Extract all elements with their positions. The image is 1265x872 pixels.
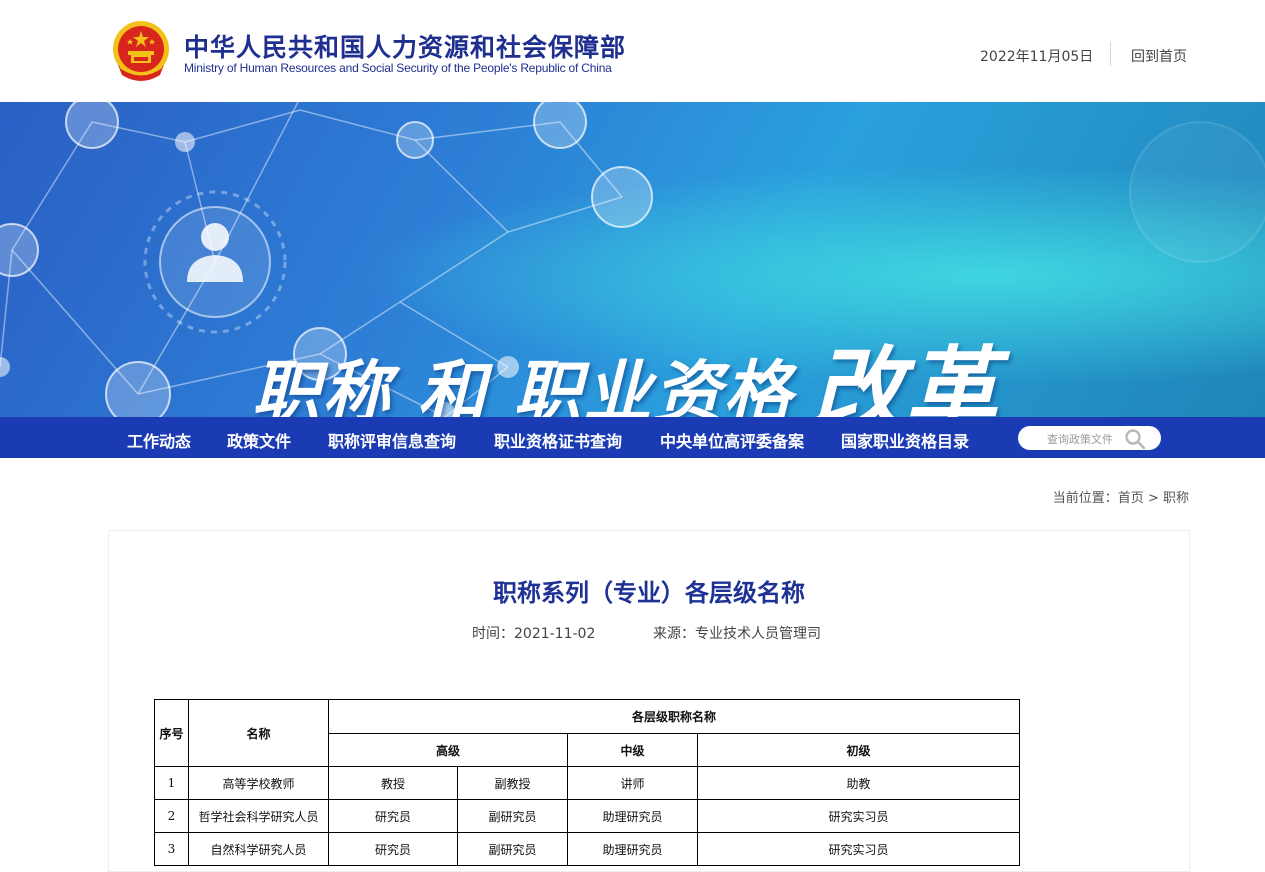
nav-item-qualification-catalog[interactable]: 国家职业资格目录: [841, 428, 969, 452]
professional-title-table: 序号 名称 各层级职称名称 高级 中级 初级 1 高等学校教师 教授 副教授 讲…: [154, 699, 1020, 866]
cell-junior: 研究实习员: [697, 832, 1020, 866]
cell-senior2: 副研究员: [457, 832, 568, 866]
breadcrumb-home[interactable]: 首页: [1118, 491, 1144, 506]
cell-intermediate: 助理研究员: [567, 799, 698, 833]
table-row: 3 自然科学研究人员 研究员 副研究员 助理研究员 研究实习员: [154, 832, 1020, 866]
banner-headline-reform: 改革: [811, 337, 1000, 417]
breadcrumb-current[interactable]: 职称: [1163, 491, 1189, 506]
article-source: 来源：专业技术人员管理司: [653, 623, 821, 643]
main-nav: 工作动态 政策文件 职称评审信息查询 职业资格证书查询 中央单位高评委备案 国家…: [0, 417, 1265, 458]
cell-intermediate: 助理研究员: [567, 832, 698, 866]
nav-item-work-news[interactable]: 工作动态: [127, 428, 191, 452]
article-time-label: 时间：: [472, 626, 514, 642]
header-divider: [1110, 42, 1111, 66]
article-time: 时间：2021-11-02: [472, 623, 595, 643]
cell-senior2: 副教授: [457, 766, 568, 800]
national-emblem-icon[interactable]: [110, 19, 172, 83]
table-row: 2 哲学社会科学研究人员 研究员 副研究员 助理研究员 研究实习员: [154, 799, 1020, 833]
search-input[interactable]: [1026, 429, 1134, 449]
cell-senior1: 教授: [328, 766, 458, 800]
cell-index: 2: [154, 799, 189, 833]
cell-senior2: 副研究员: [457, 799, 568, 833]
site-title: 中华人民共和国人力资源和社会保障部: [184, 33, 627, 62]
nav-item-title-review-query[interactable]: 职称评审信息查询: [328, 428, 456, 452]
site-title-english: Ministry of Human Resources and Social S…: [184, 61, 612, 75]
header-name: 名称: [188, 699, 329, 767]
article-source-label: 来源：: [653, 626, 695, 642]
cell-senior1: 研究员: [328, 799, 458, 833]
search-icon[interactable]: [1124, 428, 1146, 450]
header-index: 序号: [154, 699, 189, 767]
cell-index: 1: [154, 766, 189, 800]
cell-name: 哲学社会科学研究人员: [188, 799, 329, 833]
article-source-value: 专业技术人员管理司: [695, 626, 821, 642]
nav-item-certificate-query[interactable]: 职业资格证书查询: [494, 428, 622, 452]
cell-name: 高等学校教师: [188, 766, 329, 800]
cell-name: 自然科学研究人员: [188, 832, 329, 866]
breadcrumb-separator: >: [1147, 491, 1159, 506]
site-header: 中华人民共和国人力资源和社会保障部 Ministry of Human Reso…: [0, 0, 1265, 102]
article-time-value: 2021-11-02: [514, 626, 596, 642]
cell-index: 3: [154, 832, 189, 866]
cell-intermediate: 讲师: [567, 766, 698, 800]
banner-headline-main: 职称 和 职业资格: [252, 354, 794, 417]
current-date: 2022年11月05日: [980, 49, 1094, 65]
breadcrumb: 当前位置：首页 > 职称: [1053, 487, 1189, 506]
breadcrumb-prefix: 当前位置：: [1052, 491, 1118, 506]
nav-item-central-committee-filing[interactable]: 中央单位高评委备案: [660, 428, 804, 452]
header-intermediate: 中级: [567, 733, 698, 767]
hero-banner: 职称 和 职业资格 改革: [0, 102, 1265, 417]
header-senior: 高级: [328, 733, 568, 767]
home-link[interactable]: 回到首页: [1131, 46, 1187, 66]
nav-item-policy-documents[interactable]: 政策文件: [227, 428, 291, 452]
article-title: 职称系列（专业）各层级名称: [493, 579, 805, 607]
cell-senior1: 研究员: [328, 832, 458, 866]
cell-junior: 研究实习员: [697, 799, 1020, 833]
header-levels: 各层级职称名称: [328, 699, 1020, 734]
banner-headline: 职称 和 职业资格 改革: [252, 310, 999, 417]
cell-junior: 助教: [697, 766, 1020, 800]
table-row: 1 高等学校教师 教授 副教授 讲师 助教: [154, 766, 1020, 800]
header-junior: 初级: [697, 733, 1020, 767]
